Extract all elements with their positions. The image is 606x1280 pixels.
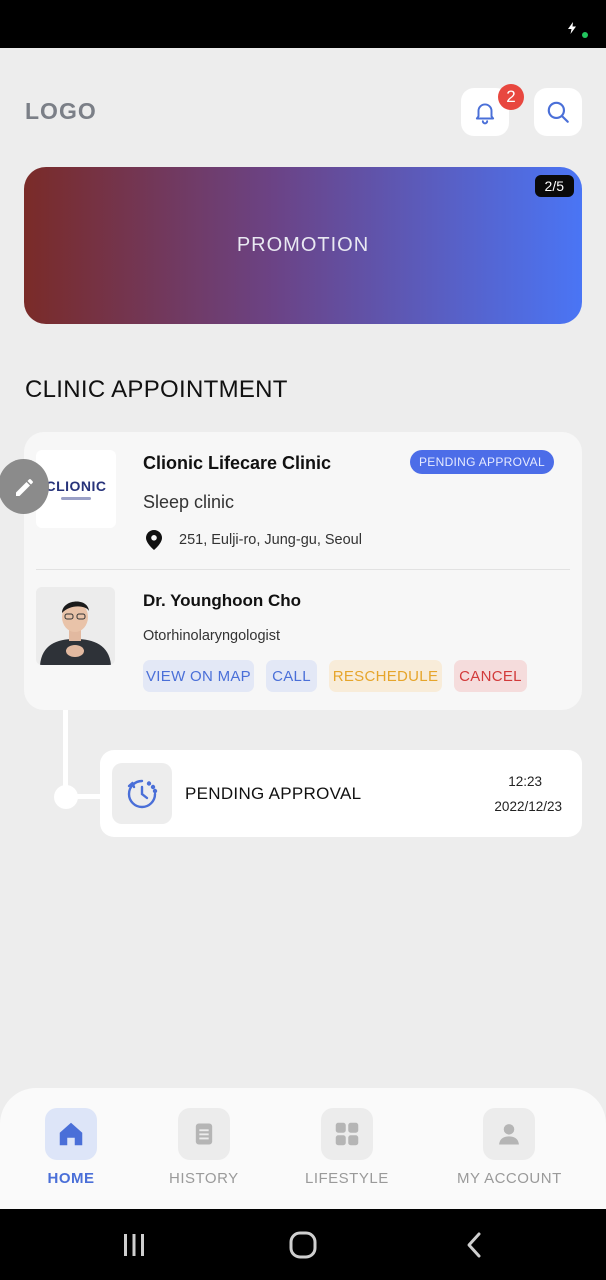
indicator-dot-icon	[582, 32, 588, 38]
call-button[interactable]: CALL	[266, 660, 317, 692]
home-system-button[interactable]	[287, 1229, 319, 1261]
back-icon	[467, 1232, 481, 1258]
doctor-specialty: Otorhinolaryngologist	[143, 628, 281, 644]
location-pin-icon	[146, 530, 162, 550]
nav-label-home: HOME	[47, 1170, 95, 1187]
section-title: CLINIC APPOINTMENT	[25, 376, 288, 403]
status-bar	[0, 0, 606, 48]
status-icon-container	[112, 763, 172, 824]
system-nav-bar	[0, 1209, 606, 1280]
edit-button[interactable]	[0, 459, 49, 514]
home-circle-icon	[289, 1231, 317, 1259]
notification-badge: 2	[498, 84, 524, 110]
clinic-logo-text: CLIONIC	[45, 478, 107, 494]
timeline-status-label: PENDING APPROVAL	[185, 784, 362, 803]
grid-icon	[335, 1122, 359, 1146]
doctor-name: Dr. Younghoon Cho	[143, 591, 302, 610]
nav-item-history[interactable]: HISTORY	[169, 1108, 239, 1187]
divider	[36, 569, 570, 570]
bell-icon	[475, 103, 495, 125]
search-button[interactable]	[534, 88, 582, 136]
home-icon	[59, 1122, 83, 1146]
recent-apps-button[interactable]	[118, 1229, 150, 1261]
nav-label-my-account: MY ACCOUNT	[457, 1170, 562, 1187]
app-logo: LOGO	[25, 98, 97, 124]
recent-apps-icon	[124, 1234, 144, 1256]
status-badge: PENDING APPROVAL	[410, 450, 554, 474]
search-icon	[547, 101, 569, 123]
timeline-node	[54, 785, 78, 809]
cancel-button[interactable]: CANCEL	[454, 660, 527, 692]
promotion-text: PROMOTION	[236, 234, 370, 256]
clock-pending-icon	[127, 779, 158, 808]
doctor-avatar	[36, 587, 115, 665]
bottom-nav: HOME HISTORY LIFESTYLE MY ACCOUNT	[0, 1088, 606, 1209]
user-icon	[499, 1124, 520, 1145]
timeline-time: 12:23	[508, 774, 542, 789]
nav-label-lifestyle: LIFESTYLE	[305, 1170, 389, 1187]
nav-label-history: HISTORY	[169, 1170, 239, 1187]
nav-item-home[interactable]: HOME	[45, 1108, 97, 1187]
charging-icon	[568, 22, 576, 34]
pencil-icon	[15, 478, 33, 496]
clinic-type: Sleep clinic	[143, 492, 235, 512]
timeline-date: 2022/12/23	[494, 799, 562, 814]
back-button[interactable]	[458, 1229, 490, 1261]
nav-item-my-account[interactable]: MY ACCOUNT	[457, 1108, 562, 1187]
promotion-banner[interactable]: PROMOTION 2/5	[24, 167, 582, 324]
clinic-address: 251, Eulji-ro, Jung-gu, Seoul	[179, 532, 362, 548]
nav-item-lifestyle[interactable]: LIFESTYLE	[305, 1108, 389, 1187]
timeline-status-card: PENDING APPROVAL 12:23 2022/12/23	[100, 750, 582, 837]
appointment-card[interactable]: CLIONIC Clionic Lifecare Clinic PENDING …	[24, 432, 582, 710]
promotion-page-indicator: 2/5	[534, 175, 574, 197]
reschedule-button[interactable]: RESCHEDULE	[329, 660, 442, 692]
timeline-line	[63, 710, 68, 796]
view-on-map-button[interactable]: VIEW ON MAP	[143, 660, 254, 692]
document-icon	[195, 1123, 212, 1145]
clinic-name: Clionic Lifecare Clinic	[143, 453, 332, 473]
